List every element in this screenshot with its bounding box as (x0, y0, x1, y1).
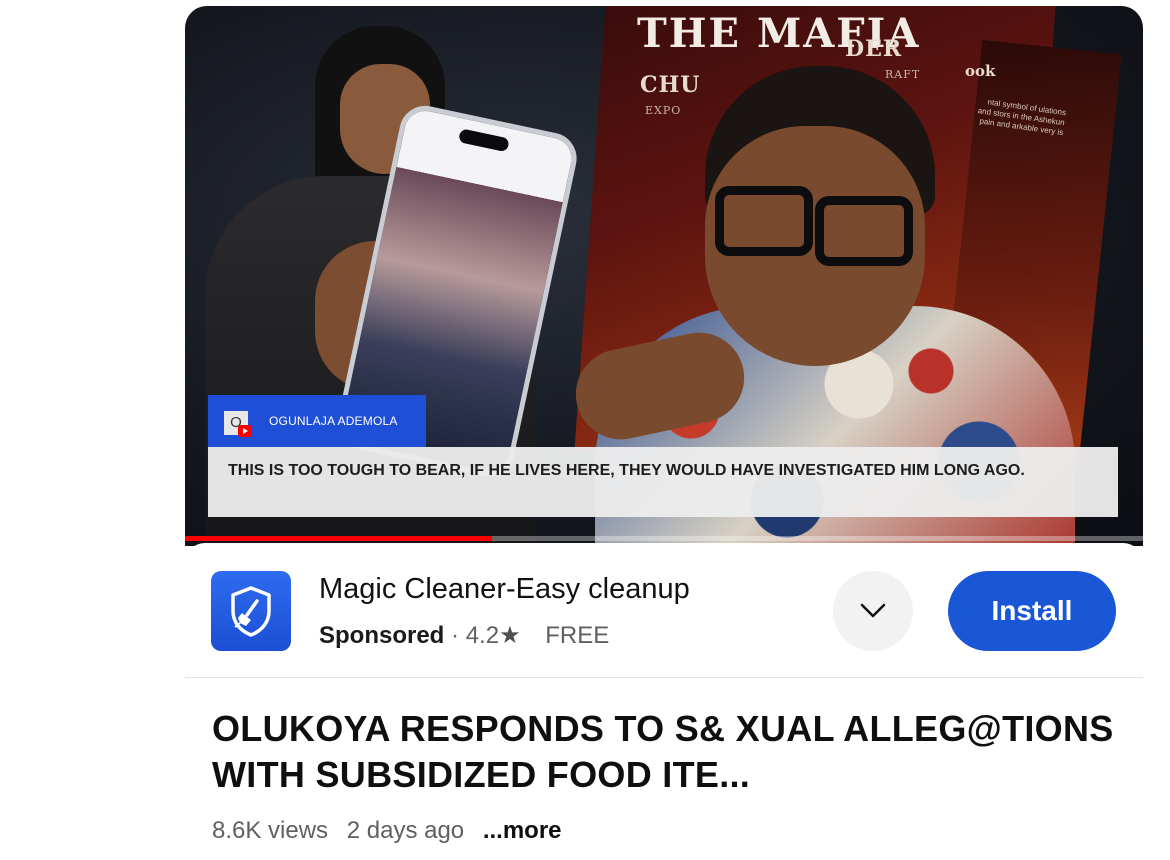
caption-overlay: THIS IS TOO TOUGH TO BEAR, IF HE LIVES H… (208, 447, 1118, 517)
book-subtitle-right: DER (845, 36, 903, 62)
sponsored-label: Sponsored (319, 622, 445, 649)
video-player[interactable]: THE MAFIA CHU DER EXPO RAFT ook ntal sym… (185, 6, 1143, 546)
more-link[interactable]: ...more (483, 817, 562, 844)
caption-text: THIS IS TOO TOUGH TO BEAR, IF HE LIVES H… (228, 462, 1025, 479)
shield-broom-icon[interactable] (211, 571, 291, 651)
video-card: THE MAFIA CHU DER EXPO RAFT ook ntal sym… (185, 6, 1143, 860)
app-price: FREE (545, 622, 610, 649)
chevron-down-icon (860, 603, 886, 618)
upload-age: 2 days ago (346, 817, 465, 844)
meta-separator: · (451, 622, 460, 649)
youtube-badge-icon (238, 425, 252, 437)
channel-name-overlay: O OGUNLAJA ADEMOLA (208, 395, 426, 447)
sponsored-ad[interactable]: Magic Cleaner-Easy cleanup Sponsored · 4… (185, 543, 1143, 678)
video-stats: 8.6K views 2 days ago ...more (212, 817, 574, 845)
view-count: 8.6K views (212, 817, 329, 844)
app-rating: 4.2 (465, 622, 500, 649)
ad-app-name[interactable]: Magic Cleaner-Easy cleanup (319, 573, 690, 606)
star-icon: ★ (499, 622, 521, 649)
channel-name: OGUNLAJA ADEMOLA (269, 414, 398, 428)
video-title[interactable]: OLUKOYA RESPONDS TO S& XUAL ALLEG@TIONS … (212, 706, 1122, 798)
install-button[interactable]: Install (948, 571, 1116, 651)
ad-expand-button[interactable] (833, 571, 913, 651)
ad-meta: Sponsored · 4.2★ FREE (319, 621, 609, 650)
progress-fill (185, 536, 492, 541)
